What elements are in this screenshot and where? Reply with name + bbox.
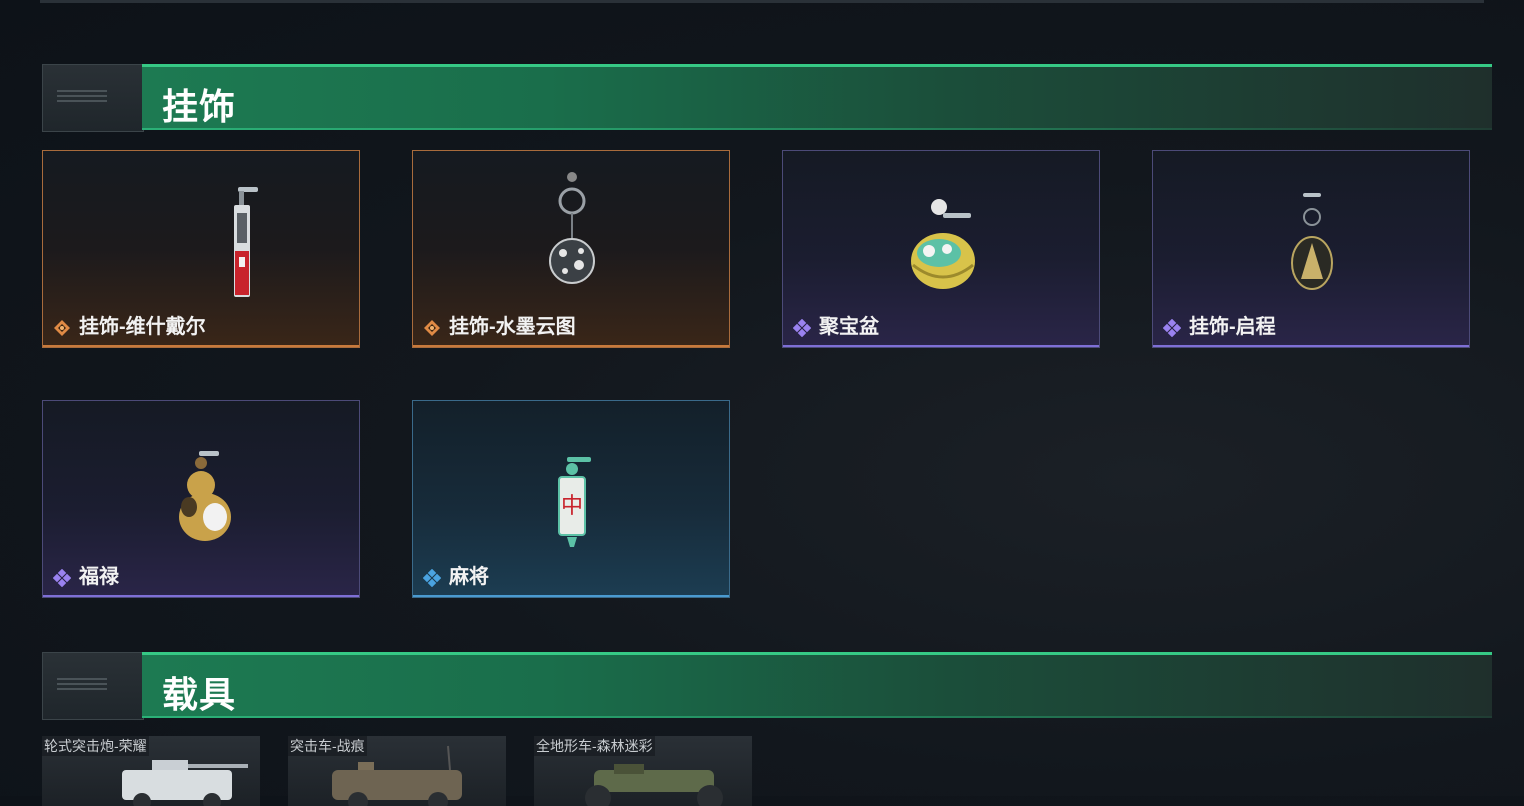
purple-rarity-gem-icon — [793, 319, 811, 337]
section-title: 挂饰 — [162, 86, 237, 127]
charm-card[interactable]: 挂饰-启程 — [1152, 150, 1470, 348]
top-divider — [40, 0, 1484, 3]
section-stub — [42, 652, 144, 720]
charm-name: 挂饰-水墨云图 — [449, 316, 576, 338]
red-blade-charm-icon — [234, 187, 258, 297]
ink-sphere-charm-icon — [549, 172, 595, 284]
purple-rarity-gem-icon — [53, 569, 71, 587]
treasure-bowl-charm-icon — [911, 199, 975, 289]
charm-card[interactable]: 聚宝盆 — [782, 150, 1100, 348]
blue-rarity-gem-icon — [423, 569, 441, 587]
section-band — [142, 64, 1492, 130]
charm-card[interactable]: 挂饰-维什戴尔 — [42, 150, 360, 348]
svg-text:中: 中 — [561, 494, 583, 519]
section-header-charms: 挂饰 — [42, 64, 1492, 134]
purple-rarity-gem-icon — [1163, 319, 1181, 337]
charm-name: 麻将 — [449, 566, 489, 588]
vehicle-name: 全地形车-森林迷彩 — [534, 736, 655, 756]
charm-card[interactable]: 挂饰-水墨云图 — [412, 150, 730, 348]
charm-name: 聚宝盆 — [819, 316, 879, 338]
section-stub — [42, 64, 144, 132]
charm-name: 挂饰-维什戴尔 — [79, 316, 206, 338]
charm-name: 福禄 — [79, 566, 119, 588]
vehicle-name: 突击车-战痕 — [288, 736, 367, 756]
gold-rarity-gem-icon — [424, 320, 440, 336]
mahjong-tile-charm-icon: 中 — [558, 457, 591, 547]
section-band — [142, 652, 1492, 718]
vehicle-name: 轮式突击炮-荣耀 — [42, 736, 149, 756]
section-title: 载具 — [162, 674, 237, 715]
gourd-charm-icon — [179, 451, 231, 541]
section-header-vehicles: 载具 — [42, 652, 1492, 722]
charm-card[interactable]: 福禄 — [42, 400, 360, 598]
gold-rarity-gem-icon — [54, 320, 70, 336]
medal-charm-icon — [1291, 193, 1333, 290]
charm-card[interactable]: 中 麻将 — [412, 400, 730, 598]
charm-name: 挂饰-启程 — [1189, 316, 1276, 338]
